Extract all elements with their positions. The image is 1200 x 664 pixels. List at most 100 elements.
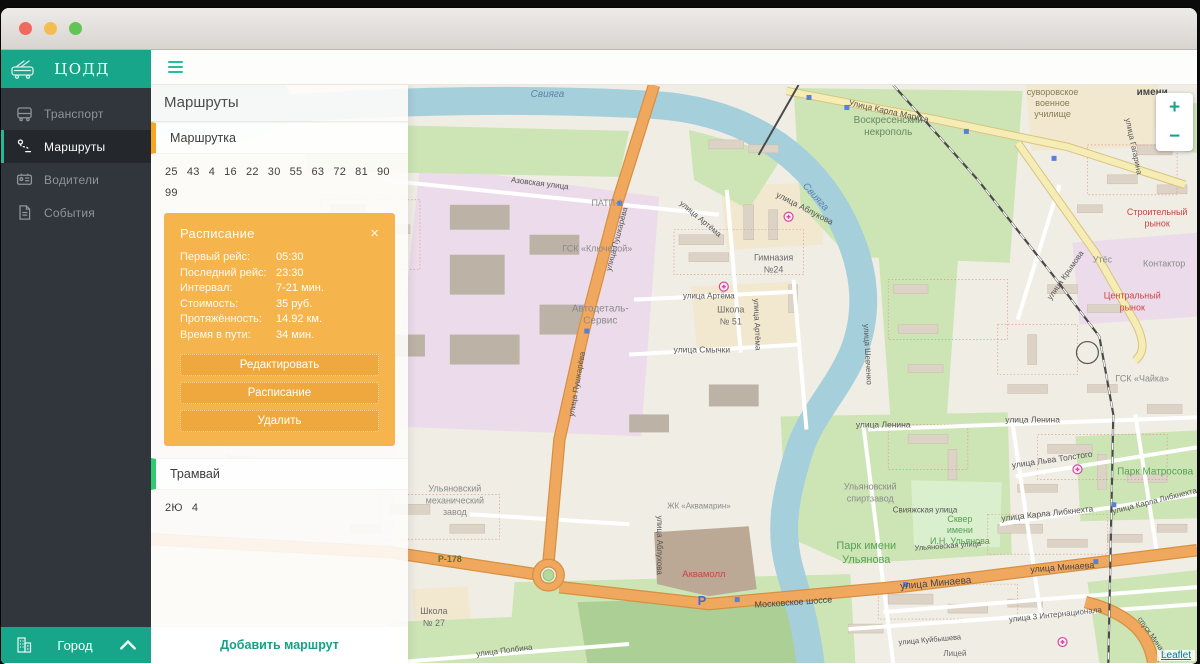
popup-button[interactable]: Расписание xyxy=(180,382,379,404)
map-label: ЖК «Аквамарин» xyxy=(667,501,731,510)
routes-row: 25 43 4 16 22 30 55 63 72 81 90 99 xyxy=(151,154,408,213)
building-icon xyxy=(17,637,32,653)
sidebar: ЦОДД Транспорт Маршруты Водители События Го… xyxy=(1,50,151,663)
popup-row-label: Протяжённость: xyxy=(180,313,262,325)
chevron-up-icon[interactable] xyxy=(118,635,138,655)
popup-row-value: 35 руб. xyxy=(276,297,313,310)
route-chip[interactable]: 25 xyxy=(165,166,178,178)
section-header-marshrutka[interactable]: Маршрутка xyxy=(151,122,408,154)
route-chip[interactable]: 22 xyxy=(246,166,259,178)
drivers-icon xyxy=(16,171,33,188)
route-chip[interactable]: 2Ю xyxy=(165,502,183,514)
sidebar-item-2[interactable]: Водители xyxy=(1,163,151,196)
leaflet-link[interactable]: Leaflet xyxy=(1161,650,1191,661)
close-icon[interactable]: × xyxy=(370,226,379,241)
route-chip[interactable]: 81 xyxy=(355,166,368,178)
map-label: имени xyxy=(947,525,973,535)
popup-row-label: Интервал: xyxy=(180,282,233,294)
panel-footer: Добавить маршрут xyxy=(151,627,408,663)
popup-button[interactable]: Редактировать xyxy=(180,354,379,376)
map-label: Ульяновский xyxy=(428,483,481,493)
zoom-in-button[interactable]: + xyxy=(1156,93,1193,122)
popup-button[interactable]: Удалить xyxy=(180,410,379,432)
maximize-window-button[interactable] xyxy=(69,22,82,35)
sidebar-item-label: События xyxy=(44,205,95,220)
titlebar xyxy=(1,8,1197,50)
main-area: Свияга Свияга Азовская улица ПАТП-1 ГСК «Клю… xyxy=(151,50,1197,663)
top-toolbar xyxy=(151,50,1197,85)
popup-title: Расписание xyxy=(180,226,255,241)
routes-panel: Маршруты Маршрутка 25 43 4 16 22 30 55 63 72 81 90… xyxy=(151,85,408,663)
trolleybus-icon xyxy=(11,60,34,79)
sidebar-item-label: Маршруты xyxy=(44,139,106,154)
route-chip[interactable]: 30 xyxy=(268,166,281,178)
popup-row-value: 05:30 xyxy=(276,251,304,263)
popup-row-value: 23:30 xyxy=(276,266,304,279)
popup-row-value: 14.92 км. xyxy=(276,313,323,325)
map-label: Школа xyxy=(717,305,744,315)
map-label: № 27 xyxy=(423,618,445,628)
map-label: улица Артёма xyxy=(752,298,763,351)
map-container[interactable]: Свияга Свияга Азовская улица ПАТП-1 ГСК «Клю… xyxy=(151,85,1197,663)
minimize-window-button[interactable] xyxy=(44,22,57,35)
popup-row-label: Время в пути: xyxy=(180,328,251,341)
map-label: Контактор xyxy=(1143,259,1185,269)
app-title: ЦОДД xyxy=(54,60,110,78)
route-chip[interactable]: 55 xyxy=(290,166,303,178)
map-label: улица Смычки xyxy=(674,345,731,355)
popup-row-value: 34 мин. xyxy=(276,328,315,341)
map-label: механический xyxy=(426,495,484,505)
popup-row: Протяжённость: 14.92 км. xyxy=(180,312,379,328)
map-label: ПАТП-1 xyxy=(591,198,623,208)
sidebar-item-label: Транспорт xyxy=(44,106,104,121)
add-route-button[interactable]: Добавить маршрут xyxy=(220,638,339,652)
popup-row: Интервал: 7-21 мин. xyxy=(180,281,379,297)
map-label: Автодеталь- xyxy=(572,304,629,315)
sidebar-item-0[interactable]: Транспорт xyxy=(1,97,151,130)
sidebar-nav: Транспорт Маршруты Водители События xyxy=(1,88,151,229)
map-label: Школа xyxy=(420,606,447,616)
popup-row-label: Стоимость: xyxy=(180,297,239,310)
sidebar-item-1[interactable]: Маршруты xyxy=(1,130,151,163)
route-chip[interactable]: 99 xyxy=(165,187,178,199)
map-label: Центральный xyxy=(1104,291,1161,301)
popup-row: Время в пути: 34 мин. xyxy=(180,328,379,344)
map-label: улица Аблухова xyxy=(655,516,664,576)
map-label: улица Ленина xyxy=(1005,414,1060,424)
map-label: завод xyxy=(443,507,468,517)
map-label: №24 xyxy=(764,265,784,275)
zoom-out-button[interactable]: − xyxy=(1156,122,1193,151)
map-label: улица Артёма xyxy=(683,292,735,301)
map-label: Сквер xyxy=(947,514,972,524)
map-zoom-control: + − xyxy=(1156,93,1193,151)
map-label: рынок xyxy=(1120,303,1145,313)
route-chip[interactable]: 63 xyxy=(311,166,324,178)
panel-title: Маршруты xyxy=(151,85,408,122)
events-icon xyxy=(16,204,33,221)
city-selector[interactable]: Город xyxy=(1,627,151,663)
sidebar-item-3[interactable]: События xyxy=(1,196,151,229)
map-label: Строительный xyxy=(1127,207,1188,217)
map-attribution: Leaflet xyxy=(1156,650,1195,661)
popup-row-value: 7-21 мин. xyxy=(276,282,324,294)
close-window-button[interactable] xyxy=(19,22,32,35)
route-icon xyxy=(16,138,33,155)
route-chip[interactable]: 90 xyxy=(377,166,390,178)
map-label: Сервис xyxy=(583,316,617,327)
popup-buttons: Редактировать Расписание Удалить xyxy=(180,354,379,432)
map-label: Гимназия xyxy=(754,253,793,263)
map-label: Парк имени xyxy=(836,540,896,552)
route-chip[interactable]: 4 xyxy=(192,502,198,514)
section-header-tramvay[interactable]: Трамвай xyxy=(151,458,408,490)
map-label: Аквамолл xyxy=(682,569,725,580)
route-chip[interactable]: 16 xyxy=(224,166,237,178)
map-label: некрополь xyxy=(864,127,912,138)
hamburger-menu-icon[interactable] xyxy=(164,57,187,77)
route-chip[interactable]: 72 xyxy=(333,166,346,178)
map-label: № 51 xyxy=(720,317,742,327)
map-label: Ульянова xyxy=(842,554,891,566)
map-mall-building xyxy=(654,526,757,597)
route-chip[interactable]: 4 xyxy=(209,166,215,178)
map-label: Утёс xyxy=(1093,255,1113,265)
route-chip[interactable]: 43 xyxy=(187,166,200,178)
